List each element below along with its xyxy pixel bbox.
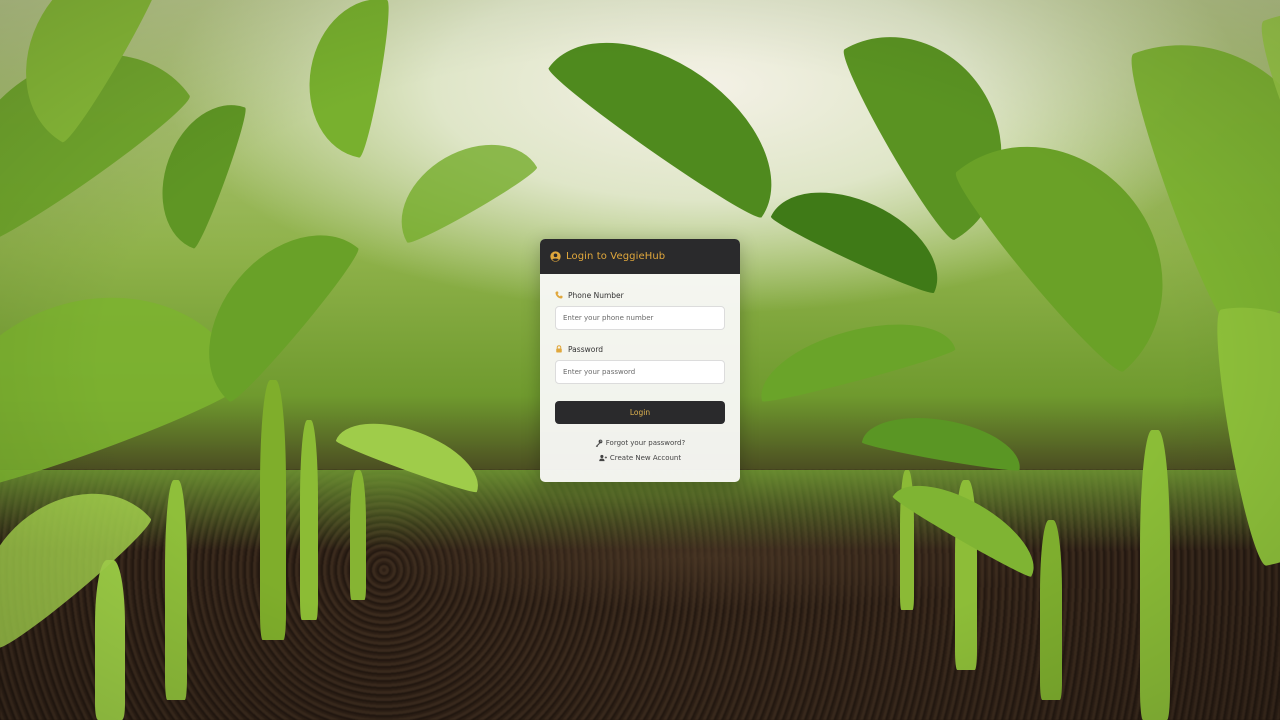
phone-icon	[555, 291, 563, 299]
forgot-password-label: Forgot your password?	[605, 438, 686, 447]
key-icon	[595, 439, 603, 447]
phone-input[interactable]	[555, 306, 725, 330]
password-field-group: Password	[555, 344, 725, 384]
create-account-link[interactable]: Create New Account	[555, 452, 725, 463]
login-header: Login to VeggieHub	[540, 239, 740, 274]
user-circle-icon	[550, 251, 561, 262]
user-plus-icon	[599, 454, 607, 462]
login-button[interactable]: Login	[555, 401, 725, 424]
phone-field-group: Phone Number	[555, 290, 725, 330]
password-input[interactable]	[555, 360, 725, 384]
login-form: Phone Number Password Login	[540, 274, 740, 463]
forgot-password-link[interactable]: Forgot your password?	[555, 437, 725, 448]
create-account-label: Create New Account	[609, 453, 682, 462]
lock-icon	[555, 345, 563, 353]
phone-label: Phone Number	[568, 290, 624, 300]
password-label: Password	[568, 344, 604, 354]
password-label-row: Password	[555, 344, 725, 354]
login-links: Forgot your password? Create New Account	[555, 437, 725, 463]
phone-label-row: Phone Number	[555, 290, 725, 300]
login-card: Login to VeggieHub Phone Number Enter yo…	[540, 239, 740, 482]
login-title: Login to VeggieHub	[566, 251, 666, 262]
